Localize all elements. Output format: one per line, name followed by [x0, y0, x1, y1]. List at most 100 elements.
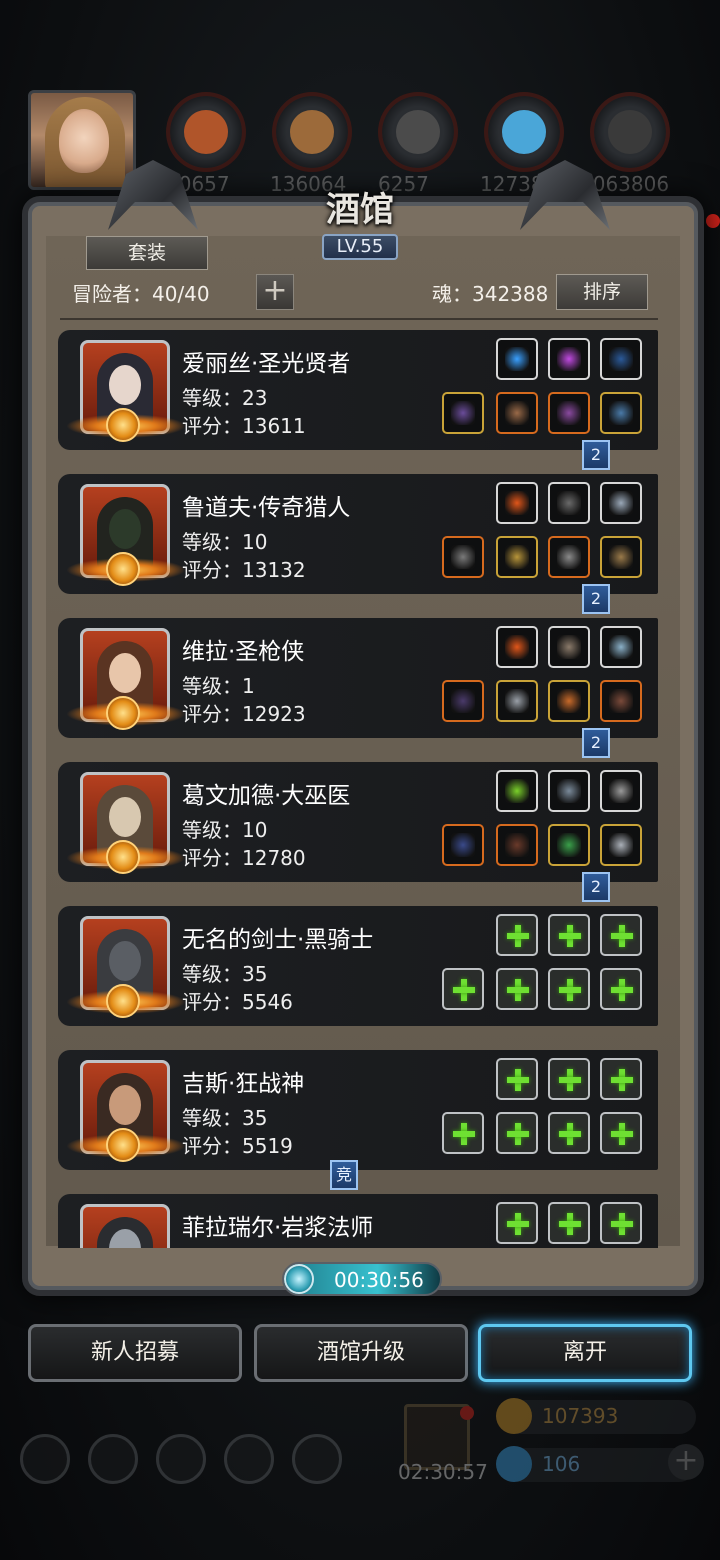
equip-slot[interactable]: [548, 626, 590, 668]
equip-slot[interactable]: [548, 680, 590, 722]
rank-emblem-icon: [106, 696, 140, 730]
equip-slot[interactable]: [548, 482, 590, 524]
hero-card[interactable]: 无名的剑士·黑骑士 等级：35 评分：5546: [58, 906, 658, 1026]
header-divider: [60, 318, 658, 320]
equip-slot[interactable]: [496, 392, 538, 434]
achievement-icon[interactable]: [88, 1434, 138, 1484]
equip-slot[interactable]: [600, 824, 642, 866]
equip-slot[interactable]: [496, 680, 538, 722]
empty-equip-slot[interactable]: [600, 914, 642, 956]
adventurer-count: 冒险者：40/40: [72, 282, 210, 306]
wood-resource-icon[interactable]: [272, 92, 352, 172]
empty-equip-slot[interactable]: [548, 1202, 590, 1244]
equip-slot[interactable]: [600, 770, 642, 812]
empty-equip-slot[interactable]: [548, 1058, 590, 1100]
equip-slot[interactable]: [496, 770, 538, 812]
empty-equip-slot[interactable]: [548, 1112, 590, 1154]
gold-value: 107393: [542, 1404, 619, 1428]
empty-equip-slot[interactable]: [600, 1202, 642, 1244]
hero-avatar[interactable]: [80, 1204, 170, 1248]
empty-equip-slot[interactable]: [600, 1112, 642, 1154]
crystal-resource-icon[interactable]: [484, 92, 564, 172]
equip-slot[interactable]: [548, 770, 590, 812]
empty-equip-slot[interactable]: [496, 968, 538, 1010]
add-adventurer-slot-button[interactable]: +: [256, 274, 294, 310]
empty-equip-slot[interactable]: [548, 968, 590, 1010]
hero-card[interactable]: 维拉·圣枪侠 等级：1 评分：12923: [58, 618, 658, 738]
rank-emblem-icon: [106, 1128, 140, 1162]
hero-level: 等级：10: [182, 818, 268, 842]
hero-name: 无名的剑士·黑骑士: [182, 927, 374, 953]
hero-score: 评分：13611: [182, 414, 306, 438]
equip-slot[interactable]: [496, 482, 538, 524]
map-icon[interactable]: [292, 1434, 342, 1484]
equip-slot[interactable]: [442, 536, 484, 578]
link-tag: 竞: [330, 1160, 358, 1190]
equip-slot[interactable]: [600, 392, 642, 434]
equip-slot[interactable]: [600, 626, 642, 668]
leave-button[interactable]: 离开: [478, 1324, 692, 1382]
equip-slot[interactable]: [496, 338, 538, 380]
refresh-timer: 00:30:56: [282, 1262, 442, 1296]
empty-equip-slot[interactable]: [496, 1058, 538, 1100]
refresh-timer-text: 00:30:56: [334, 1268, 424, 1292]
hero-card[interactable]: 鲁道夫·传奇猎人 等级：10 评分：13132: [58, 474, 658, 594]
equip-slot[interactable]: [442, 392, 484, 434]
hero-score: 评分：5519: [182, 1134, 293, 1158]
equip-slot[interactable]: [496, 536, 538, 578]
iron-resource-icon[interactable]: [590, 92, 670, 172]
equip-slot[interactable]: [548, 338, 590, 380]
link-tag: 2: [582, 440, 610, 470]
meat-resource-icon[interactable]: [166, 92, 246, 172]
hero-card[interactable]: 菲拉瑞尔·岩浆法师等级：: [58, 1194, 658, 1248]
hero-name: 菲拉瑞尔·岩浆法师: [182, 1215, 374, 1241]
empty-equip-slot[interactable]: [442, 968, 484, 1010]
gem-display: 106: [496, 1446, 696, 1482]
upgrade-tavern-button[interactable]: 酒馆升级: [254, 1324, 468, 1382]
settings-icon[interactable]: [20, 1434, 70, 1484]
add-gems-button[interactable]: +: [668, 1444, 704, 1480]
empty-equip-slot[interactable]: [600, 1058, 642, 1100]
equip-slot[interactable]: [442, 824, 484, 866]
hero-card[interactable]: 爱丽丝·圣光贤者 等级：23 评分：13611: [58, 330, 658, 450]
hero-score: 评分：12923: [182, 702, 306, 726]
empty-equip-slot[interactable]: [496, 1202, 538, 1244]
hero-card[interactable]: 葛文加德·大巫医 等级：10 评分：12780: [58, 762, 658, 882]
hero-list[interactable]: 爱丽丝·圣光贤者 等级：23 评分：13611 2 鲁道夫·传奇猎人 等级：10 评分：13…: [58, 326, 658, 1248]
outfit-tab-button[interactable]: 套装: [86, 236, 208, 270]
empty-equip-slot[interactable]: [600, 968, 642, 1010]
link-tag: 2: [582, 872, 610, 902]
equip-slot[interactable]: [548, 536, 590, 578]
hero-name: 吉斯·狂战神: [182, 1071, 305, 1097]
recruit-button[interactable]: 新人招募: [28, 1324, 242, 1382]
stone-resource-icon[interactable]: [378, 92, 458, 172]
rank-emblem-icon: [106, 408, 140, 442]
equip-slot[interactable]: [496, 824, 538, 866]
empty-equip-slot[interactable]: [496, 914, 538, 956]
gift-timer: 02:30:57: [398, 1460, 488, 1484]
gem-icon: [496, 1446, 532, 1482]
mail-icon[interactable]: [224, 1434, 274, 1484]
equip-slot[interactable]: [548, 392, 590, 434]
gold-icon: [496, 1398, 532, 1434]
player-avatar[interactable]: [28, 90, 136, 190]
equip-slot[interactable]: [442, 680, 484, 722]
equip-slot[interactable]: [600, 680, 642, 722]
equip-slot[interactable]: [600, 338, 642, 380]
equip-slot[interactable]: [548, 824, 590, 866]
hero-level: 等级：23: [182, 386, 268, 410]
equip-slot[interactable]: [600, 536, 642, 578]
hero-level: 等级：: [182, 1246, 242, 1248]
soul-count: 魂：342388: [432, 282, 549, 306]
equip-slot[interactable]: [600, 482, 642, 524]
empty-equip-slot[interactable]: [496, 1112, 538, 1154]
sort-button[interactable]: 排序: [556, 274, 648, 310]
gold-display: 107393: [496, 1398, 696, 1434]
hero-level: 等级：10: [182, 530, 268, 554]
empty-equip-slot[interactable]: [548, 914, 590, 956]
gift-notification-dot: [460, 1406, 474, 1420]
empty-equip-slot[interactable]: [442, 1112, 484, 1154]
gate-icon[interactable]: [156, 1434, 206, 1484]
hero-card[interactable]: 吉斯·狂战神 等级：35 评分：5519: [58, 1050, 658, 1170]
equip-slot[interactable]: [496, 626, 538, 668]
